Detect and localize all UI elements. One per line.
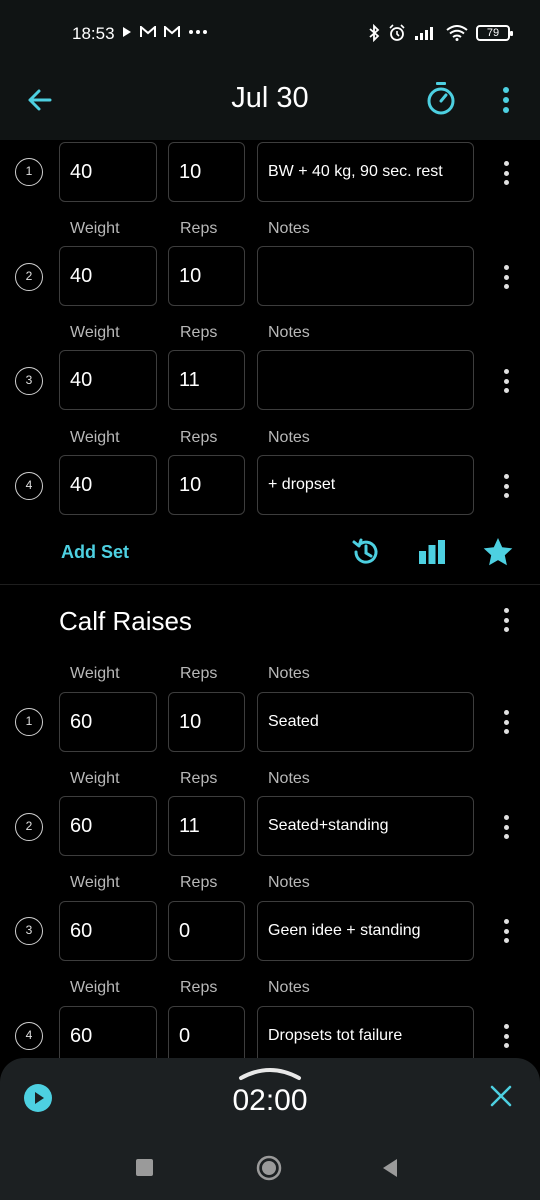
set-number: 1 [15, 708, 43, 736]
exercise-divider [0, 584, 540, 585]
more-notifications-icon [189, 30, 207, 34]
set-number: 3 [15, 917, 43, 945]
weight-field[interactable]: 60 [59, 1006, 157, 1058]
star-icon[interactable] [482, 536, 514, 568]
exercise-title[interactable]: Calf Raises [59, 606, 192, 637]
set-number: 2 [15, 813, 43, 841]
notes-label: Notes [268, 220, 310, 237]
reps-field[interactable]: 11 [168, 796, 245, 856]
notes-field[interactable]: Seated+standing [257, 796, 474, 856]
set-menu-icon[interactable] [496, 1021, 516, 1051]
notes-field[interactable]: + dropset [257, 455, 474, 515]
notes-field[interactable]: Geen idee + standing [257, 901, 474, 961]
set-menu-icon[interactable] [496, 916, 516, 946]
reps-label: Reps [180, 429, 218, 446]
weight-field[interactable]: 60 [59, 796, 157, 856]
battery-icon: 79 [476, 25, 513, 41]
set-menu-icon[interactable] [496, 262, 516, 292]
reps-field[interactable]: 10 [168, 246, 245, 306]
reps-label: Reps [180, 665, 218, 682]
reps-field[interactable]: 10 [168, 142, 245, 202]
history-icon[interactable] [350, 536, 382, 568]
set-number: 4 [15, 1022, 43, 1050]
set-menu-icon[interactable] [496, 471, 516, 501]
weight-field[interactable]: 60 [59, 901, 157, 961]
weight-field[interactable]: 60 [59, 692, 157, 752]
reps-label: Reps [180, 220, 218, 237]
close-icon[interactable] [489, 1084, 513, 1108]
workout-content[interactable]: 1 40 10 BW + 40 kg, 90 sec. rest Weight … [0, 140, 540, 1058]
overflow-menu-icon[interactable] [494, 82, 518, 118]
reps-field[interactable]: 0 [168, 901, 245, 961]
recents-icon[interactable] [136, 1159, 153, 1176]
reps-field[interactable]: 0 [168, 1006, 245, 1058]
weight-label: Weight [70, 874, 120, 891]
bluetooth-icon [369, 24, 380, 42]
notes-label: Notes [268, 429, 310, 446]
gmail-icon [164, 26, 180, 37]
weight-label: Weight [70, 324, 120, 341]
notes-field[interactable]: Seated [257, 692, 474, 752]
rest-timer-value: 02:00 [232, 1084, 308, 1117]
weight-label: Weight [70, 665, 120, 682]
notes-label: Notes [268, 324, 310, 341]
weight-field[interactable]: 40 [59, 246, 157, 306]
weight-field[interactable]: 40 [59, 350, 157, 410]
weight-label: Weight [70, 979, 120, 996]
set-menu-icon[interactable] [496, 707, 516, 737]
notes-field[interactable]: Dropsets tot failure [257, 1006, 474, 1058]
reps-label: Reps [180, 324, 218, 341]
reps-label: Reps [180, 874, 218, 891]
notes-label: Notes [268, 874, 310, 891]
status-system-icons: 79 [368, 24, 513, 42]
set-number: 4 [15, 472, 43, 500]
back-triangle-icon[interactable] [380, 1157, 400, 1179]
set-number: 3 [15, 367, 43, 395]
set-menu-icon[interactable] [496, 812, 516, 842]
reps-label: Reps [180, 979, 218, 996]
set-menu-icon[interactable] [496, 158, 516, 188]
status-bar: 18:53 79 [0, 0, 540, 64]
notes-label: Notes [268, 665, 310, 682]
reps-field[interactable]: 10 [168, 455, 245, 515]
stopwatch-icon[interactable] [424, 80, 458, 118]
weight-field[interactable]: 40 [59, 142, 157, 202]
page-title: Jul 30 [231, 82, 309, 114]
notes-field[interactable] [257, 246, 474, 306]
weight-label: Weight [70, 770, 120, 787]
reps-label: Reps [180, 770, 218, 787]
expand-handle-icon[interactable] [237, 1066, 303, 1082]
add-set-button[interactable]: Add Set [61, 542, 129, 563]
bar-chart-icon[interactable] [416, 536, 448, 568]
play-store-icon [123, 27, 131, 37]
weight-label: Weight [70, 429, 120, 446]
signal-icon [415, 27, 433, 40]
reps-field[interactable]: 11 [168, 350, 245, 410]
notes-label: Notes [268, 979, 310, 996]
alarm-icon [389, 24, 405, 41]
exercise-menu-icon[interactable] [496, 605, 516, 635]
status-notification-icons [122, 26, 208, 38]
home-icon[interactable] [256, 1155, 282, 1181]
system-navigation-bar [0, 1140, 540, 1200]
notes-field[interactable] [257, 350, 474, 410]
weight-field[interactable]: 40 [59, 455, 157, 515]
notes-label: Notes [268, 770, 310, 787]
status-time: 18:53 [72, 24, 115, 43]
notes-field[interactable]: BW + 40 kg, 90 sec. rest [257, 142, 474, 202]
reps-field[interactable]: 10 [168, 692, 245, 752]
app-bar: Jul 30 [0, 64, 540, 140]
set-number: 2 [15, 263, 43, 291]
set-number: 1 [15, 158, 43, 186]
weight-label: Weight [70, 220, 120, 237]
gmail-icon [140, 26, 156, 37]
set-menu-icon[interactable] [496, 366, 516, 396]
wifi-icon [446, 25, 468, 41]
